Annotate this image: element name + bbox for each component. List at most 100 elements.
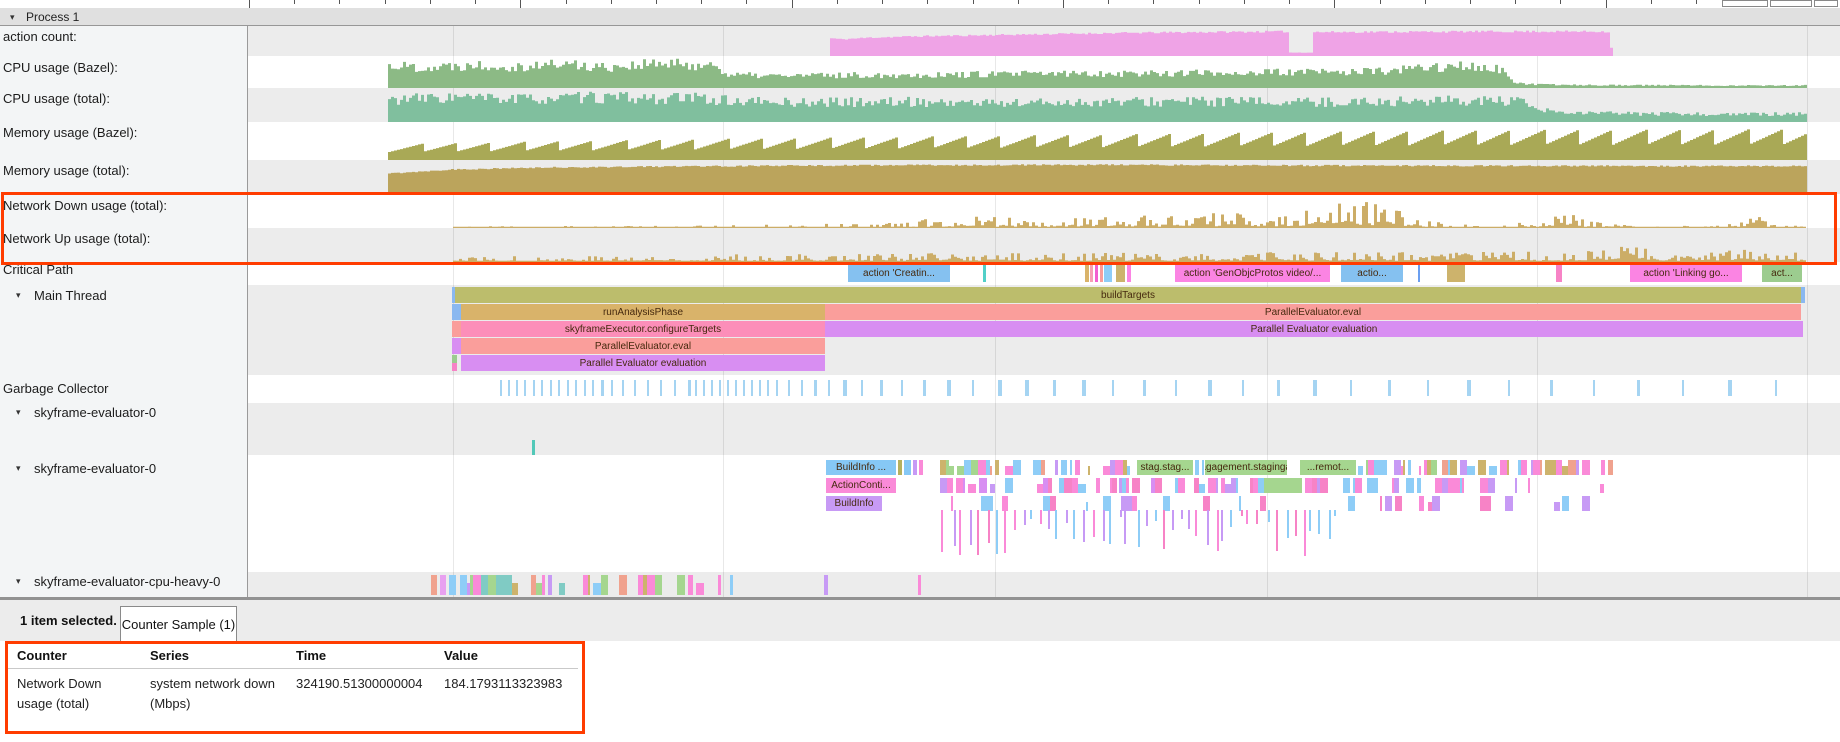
gc-tick[interactable] bbox=[622, 380, 624, 396]
span-sliver[interactable] bbox=[688, 575, 693, 595]
gc-tick[interactable] bbox=[508, 380, 510, 396]
span-sliver[interactable] bbox=[718, 575, 721, 595]
span-sliver[interactable] bbox=[1568, 460, 1576, 475]
span-bar[interactable]: act... bbox=[1762, 265, 1802, 282]
span-sliver[interactable] bbox=[1418, 265, 1420, 282]
span-sliver[interactable] bbox=[1199, 484, 1205, 493]
span-sliver[interactable] bbox=[1043, 496, 1050, 511]
span-sliver[interactable] bbox=[1002, 496, 1008, 511]
span-sliver[interactable] bbox=[1216, 478, 1218, 493]
span-sliver[interactable] bbox=[824, 575, 828, 595]
span-sliver[interactable] bbox=[990, 466, 992, 475]
gc-tick[interactable] bbox=[1053, 380, 1056, 396]
gc-tick[interactable] bbox=[500, 380, 502, 396]
span-sliver[interactable] bbox=[1417, 478, 1421, 493]
span-sliver[interactable] bbox=[990, 484, 995, 493]
collapse-arrow-icon[interactable]: ▾ bbox=[10, 12, 15, 23]
span-sliver[interactable] bbox=[981, 496, 988, 511]
span-sliver[interactable] bbox=[496, 575, 504, 595]
span-sliver[interactable] bbox=[1394, 478, 1399, 493]
span-sliver[interactable] bbox=[1203, 496, 1210, 511]
span-bar[interactable]: action 'Creatin... bbox=[848, 265, 950, 282]
span-sliver[interactable] bbox=[964, 460, 971, 475]
span-sliver[interactable] bbox=[647, 575, 655, 595]
span-sliver[interactable] bbox=[1126, 478, 1129, 493]
ruler-overview-box[interactable] bbox=[1814, 0, 1838, 7]
gc-tick[interactable] bbox=[1682, 380, 1684, 396]
track-label-main_thread[interactable]: Main Thread bbox=[34, 288, 107, 303]
span-sliver[interactable] bbox=[1489, 466, 1497, 475]
span-sliver[interactable] bbox=[1450, 460, 1457, 475]
span-sliver[interactable] bbox=[1406, 478, 1414, 493]
gc-tick[interactable] bbox=[1112, 380, 1114, 396]
span-sliver[interactable] bbox=[1127, 466, 1130, 475]
span-sliver[interactable] bbox=[1061, 460, 1067, 475]
span-sliver[interactable] bbox=[452, 363, 457, 371]
span-sliver[interactable] bbox=[1395, 496, 1402, 511]
cell-time[interactable]: 324190.51300000004 bbox=[296, 674, 423, 694]
span-sliver[interactable] bbox=[1078, 484, 1086, 493]
span-bar[interactable]: action 'Linking go... bbox=[1630, 265, 1742, 282]
span-bar[interactable]: ...remot... bbox=[1300, 460, 1356, 475]
span-sliver[interactable] bbox=[588, 575, 590, 595]
span-sliver[interactable] bbox=[1600, 484, 1604, 493]
span-sliver[interactable] bbox=[730, 575, 733, 595]
span-sliver[interactable] bbox=[995, 460, 999, 475]
span-sliver[interactable] bbox=[1507, 460, 1509, 475]
span-sliver[interactable] bbox=[1103, 466, 1110, 475]
span-sliver[interactable] bbox=[1103, 496, 1111, 511]
gc-tick[interactable] bbox=[719, 380, 721, 396]
span-sliver[interactable] bbox=[1048, 478, 1052, 493]
span-sliver[interactable] bbox=[1556, 265, 1562, 282]
span-sliver[interactable] bbox=[619, 575, 627, 595]
span-sliver[interactable] bbox=[1601, 460, 1605, 475]
span-sliver[interactable] bbox=[919, 460, 923, 475]
span-sliver[interactable] bbox=[601, 575, 608, 595]
span-sliver[interactable] bbox=[460, 575, 467, 595]
gc-tick[interactable] bbox=[558, 380, 560, 396]
span-sliver[interactable] bbox=[1372, 478, 1378, 493]
span-sliver[interactable] bbox=[983, 265, 986, 282]
span-sliver[interactable] bbox=[968, 484, 976, 493]
gc-tick[interactable] bbox=[1593, 380, 1595, 396]
gc-tick[interactable] bbox=[998, 380, 1002, 396]
gc-tick[interactable] bbox=[541, 380, 543, 396]
gc-tick[interactable] bbox=[1242, 380, 1244, 396]
span-sliver[interactable] bbox=[593, 583, 601, 595]
gc-tick[interactable] bbox=[516, 380, 518, 396]
span-sliver[interactable] bbox=[452, 304, 461, 320]
gc-tick[interactable] bbox=[814, 380, 817, 396]
span-sliver[interactable] bbox=[1343, 478, 1350, 493]
span-bar[interactable]: actio... bbox=[1341, 265, 1403, 282]
span-sliver[interactable] bbox=[1085, 265, 1089, 282]
span-sliver[interactable] bbox=[1576, 460, 1579, 475]
gc-tick[interactable] bbox=[735, 380, 737, 396]
span-sliver[interactable] bbox=[1064, 478, 1072, 493]
gc-tick[interactable] bbox=[711, 380, 713, 396]
span-sliver[interactable] bbox=[1127, 265, 1131, 282]
cell-value[interactable]: 184.1793113323983 bbox=[444, 674, 562, 694]
span-sliver[interactable] bbox=[473, 575, 481, 595]
span-bar[interactable]: action 'GenObjcProtos video/... bbox=[1175, 265, 1330, 282]
span-sliver[interactable] bbox=[1467, 466, 1475, 475]
counter-chart-mem_bazel[interactable] bbox=[0, 122, 1840, 160]
span-sliver[interactable] bbox=[913, 460, 917, 475]
span-sliver[interactable] bbox=[696, 583, 704, 595]
span-bar[interactable]: Parallel Evaluator evaluation bbox=[825, 321, 1803, 337]
span-bar[interactable]: ParallelEvaluator.eval bbox=[461, 338, 825, 354]
span-sliver[interactable] bbox=[512, 583, 518, 595]
gc-tick[interactable] bbox=[647, 380, 649, 396]
gc-tick[interactable] bbox=[767, 380, 769, 396]
span-sliver[interactable] bbox=[971, 460, 978, 475]
span-sliver[interactable] bbox=[452, 338, 461, 354]
gc-tick[interactable] bbox=[524, 380, 526, 396]
counter-chart-mem_total[interactable] bbox=[0, 160, 1840, 194]
track-label-sky2[interactable]: skyframe-evaluator-0 bbox=[34, 461, 156, 476]
span-sliver[interactable] bbox=[1041, 460, 1045, 475]
span-sliver[interactable] bbox=[1515, 478, 1517, 493]
span-sliver[interactable] bbox=[1055, 460, 1058, 475]
span-sliver[interactable] bbox=[1582, 496, 1590, 511]
gc-tick[interactable] bbox=[1728, 380, 1732, 396]
counter-chart-cpu_bazel[interactable] bbox=[0, 56, 1840, 88]
gc-tick[interactable] bbox=[611, 380, 613, 396]
